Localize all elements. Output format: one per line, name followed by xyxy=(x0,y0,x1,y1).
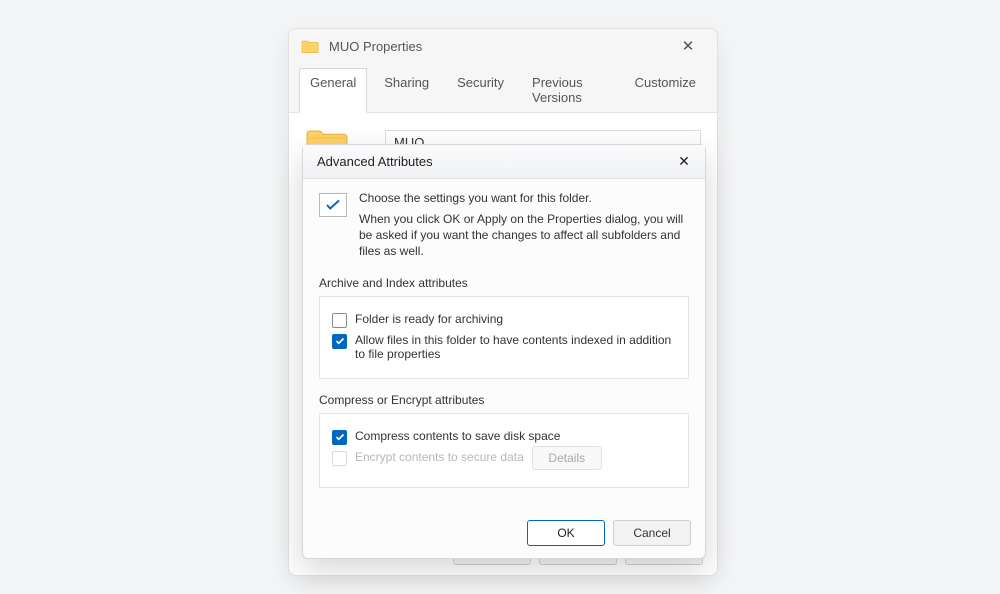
details-button: Details xyxy=(532,446,602,470)
ok-button[interactable]: OK xyxy=(527,520,605,546)
advanced-intro: Choose the settings you want for this fo… xyxy=(319,191,689,260)
group-archive-index: Folder is ready for archiving Allow file… xyxy=(319,296,689,379)
option-index-label: Allow files in this folder to have conte… xyxy=(355,333,676,361)
group-compress-encrypt: Compress contents to save disk space Enc… xyxy=(319,413,689,488)
advanced-attributes-dialog: Advanced Attributes ✕ Choose the setting… xyxy=(302,144,706,559)
checkmark-icon xyxy=(319,193,347,217)
checkbox-index[interactable] xyxy=(332,334,347,349)
tab-general[interactable]: General xyxy=(299,68,367,113)
properties-tabs: General Sharing Security Previous Versio… xyxy=(289,61,717,113)
checkbox-compress[interactable] xyxy=(332,430,347,445)
advanced-footer: OK Cancel xyxy=(303,512,705,558)
folder-icon xyxy=(301,39,319,53)
group-label-archive-index: Archive and Index attributes xyxy=(319,276,689,290)
tab-customize[interactable]: Customize xyxy=(624,68,707,113)
intro-line-2: When you click OK or Apply on the Proper… xyxy=(359,211,689,260)
option-index[interactable]: Allow files in this folder to have conte… xyxy=(332,333,676,361)
checkbox-encrypt xyxy=(332,451,347,466)
option-archive[interactable]: Folder is ready for archiving xyxy=(332,312,676,328)
tab-previous-versions[interactable]: Previous Versions xyxy=(521,68,618,113)
properties-titlebar: MUO Properties ✕ xyxy=(289,29,717,61)
intro-line-1: Choose the settings you want for this fo… xyxy=(359,191,689,205)
advanced-titlebar: Advanced Attributes ✕ xyxy=(303,145,705,179)
tab-sharing[interactable]: Sharing xyxy=(373,68,440,113)
option-compress[interactable]: Compress contents to save disk space xyxy=(332,429,676,445)
cancel-button[interactable]: Cancel xyxy=(613,520,691,546)
tab-security[interactable]: Security xyxy=(446,68,515,113)
checkbox-archive[interactable] xyxy=(332,313,347,328)
option-archive-label: Folder is ready for archiving xyxy=(355,312,503,326)
option-encrypt: Encrypt contents to secure data Details xyxy=(332,450,676,470)
close-icon[interactable]: ✕ xyxy=(673,153,695,170)
advanced-body: Choose the settings you want for this fo… xyxy=(303,179,705,512)
properties-title: MUO Properties xyxy=(329,39,671,54)
option-compress-label: Compress contents to save disk space xyxy=(355,429,560,443)
option-encrypt-label: Encrypt contents to secure data xyxy=(355,450,524,464)
advanced-title: Advanced Attributes xyxy=(317,154,673,169)
group-label-compress-encrypt: Compress or Encrypt attributes xyxy=(319,393,689,407)
close-icon[interactable]: ✕ xyxy=(671,37,705,55)
